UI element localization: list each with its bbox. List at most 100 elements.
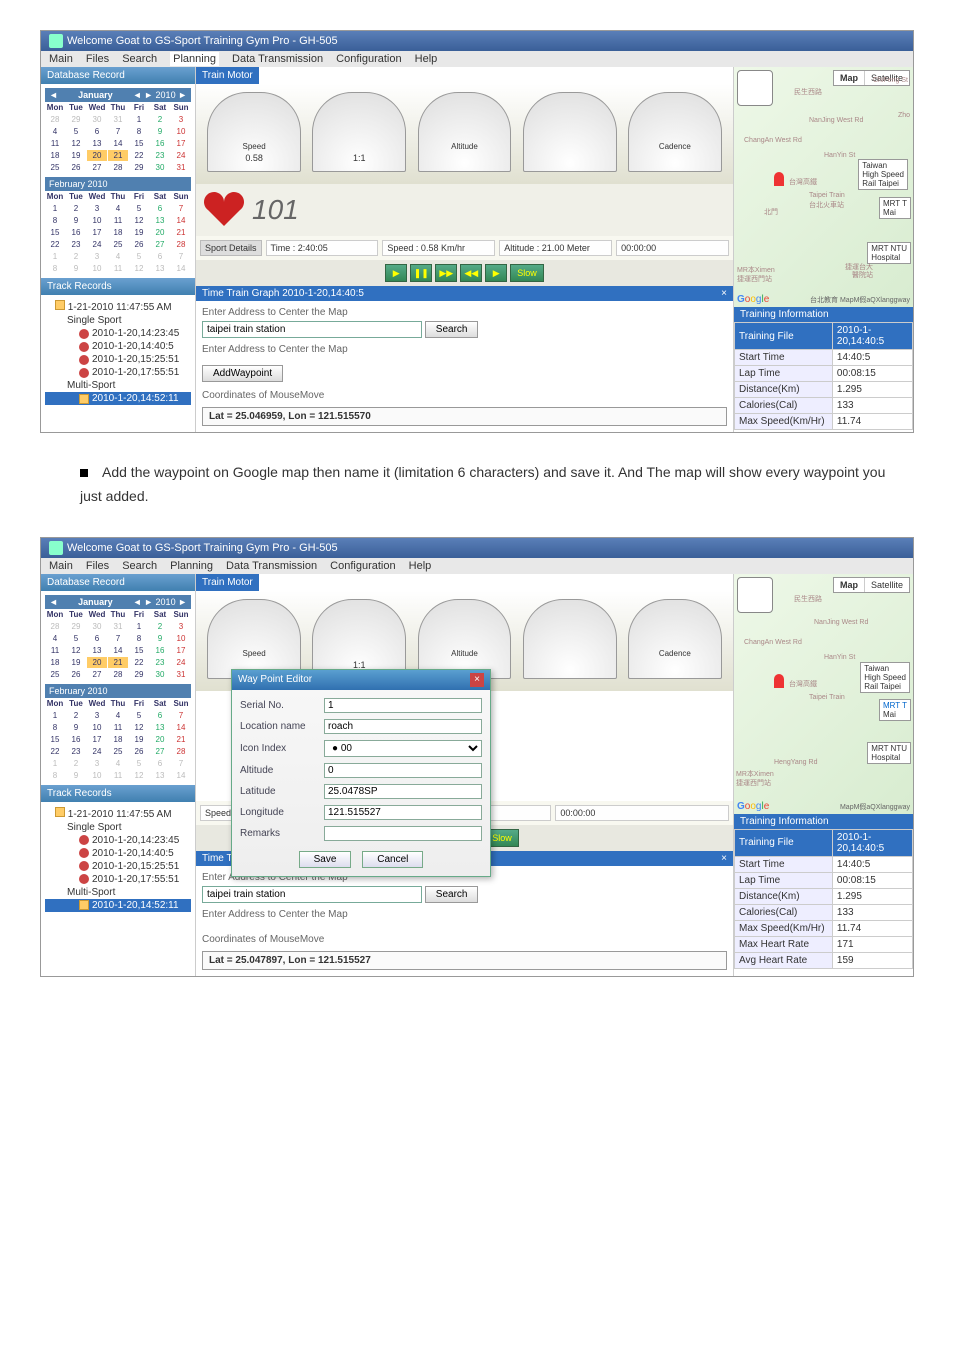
map-pan-controls[interactable] <box>737 577 777 617</box>
calendar-january[interactable]: ◄ January ◄ ► 2010 ► MonTueWedThuFriSatS… <box>41 591 195 785</box>
close-x-icon[interactable]: × <box>721 288 727 299</box>
remarks-input[interactable] <box>324 826 482 841</box>
menu-data-transmission[interactable]: Data Transmission <box>226 560 317 572</box>
gauge-speed: Speed0.58 <box>207 92 301 172</box>
menu-data-transmission[interactable]: Data Transmission <box>232 53 323 65</box>
pause-button[interactable]: ❚❚ <box>410 264 432 282</box>
menu-files[interactable]: Files <box>86 560 109 572</box>
location-name-input[interactable] <box>324 719 482 734</box>
info-distance-value: 1.295 <box>832 382 912 398</box>
waypoint-editor-title: Way Point Editor × <box>232 670 490 690</box>
enter-address-label: Enter Address to Center the Map <box>202 307 727 318</box>
longitude-label: Longitude <box>240 807 318 818</box>
left-panel: Database Record ◄ January ◄ ► 2010 ► Mon… <box>41 574 196 976</box>
tree-item-1[interactable]: 2010-1-20,14:40:5 <box>45 340 191 353</box>
menubar[interactable]: Main Files Search Planning Data Transmis… <box>41 558 913 574</box>
training-info-header: Training Information <box>734 307 913 322</box>
window-title: Welcome Goat to GS-Sport Training Gym Pr… <box>67 35 338 47</box>
rwd-button[interactable]: ◀◀ <box>460 264 482 282</box>
training-info-table: Training File2010-1-20,14:40:5 Start Tim… <box>734 829 913 969</box>
database-record-header: Database Record <box>41 67 195 84</box>
tree-item-3[interactable]: 2010-1-20,17:55:51 <box>45 366 191 379</box>
altitude-input[interactable] <box>324 763 482 778</box>
serial-no-input[interactable] <box>324 698 482 713</box>
train-motor-header: Train Motor <box>196 67 259 84</box>
tree-multi-item[interactable]: 2010-1-20,14:52:11 <box>45 392 191 405</box>
map-type-switcher[interactable]: Map Satellite <box>833 577 910 593</box>
calendar-january[interactable]: ◄ January ◄ ► 2010 ► MonTueWedThuFriSatS… <box>41 84 195 278</box>
search-button[interactable]: Search <box>425 321 479 338</box>
address-input[interactable] <box>202 321 422 338</box>
play2-button[interactable]: ▶ <box>485 264 507 282</box>
menu-search[interactable]: Search <box>122 53 157 65</box>
map-pan-controls[interactable] <box>737 70 777 110</box>
map-view[interactable]: Map Satellite 民生西路 ChangAn West Rd NanJi… <box>734 574 913 814</box>
menu-configuration[interactable]: Configuration <box>336 53 401 65</box>
address-input[interactable] <box>202 886 422 903</box>
center-panel: Train Motor Speed0.58 1:1 Altitude Caden… <box>196 67 733 432</box>
info-training-file-label: Training File <box>735 323 833 350</box>
longitude-input[interactable] <box>324 805 482 820</box>
map-view[interactable]: Map Satellite 民生西路 ChiFeng St ChangAn We… <box>734 67 913 307</box>
screenshot-2: Welcome Goat to GS-Sport Training Gym Pr… <box>40 537 914 977</box>
center-panel: Train Motor Speed 1:1 Altitude Cadence W… <box>196 574 733 976</box>
window-titlebar: Welcome Goat to GS-Sport Training Gym Pr… <box>41 31 913 51</box>
menu-main[interactable]: Main <box>49 560 73 572</box>
folder-icon <box>55 300 65 310</box>
close-x-icon[interactable]: × <box>721 853 727 864</box>
cancel-button[interactable]: Cancel <box>362 851 423 868</box>
menubar[interactable]: Main Files Search Planning Data Transmis… <box>41 51 913 67</box>
info-calories-label: Calories(Cal) <box>735 398 833 414</box>
close-icon[interactable]: × <box>470 673 484 687</box>
icon-index-label: Icon Index <box>240 743 318 754</box>
menu-search[interactable]: Search <box>122 560 157 572</box>
map-tab-map[interactable]: Map <box>834 71 864 85</box>
sd-altitude: Altitude : 21.00 Meter <box>499 240 612 256</box>
menu-main[interactable]: Main <box>49 53 73 65</box>
tree-single-sport: Single Sport <box>45 314 191 327</box>
remarks-label: Remarks <box>240 828 318 839</box>
folder-icon <box>79 394 89 404</box>
tree-item-0[interactable]: 2010-1-20,14:23:45 <box>45 327 191 340</box>
cal-prev-icon[interactable]: ◄ <box>49 90 58 100</box>
add-waypoint-button[interactable]: AddWaypoint <box>202 365 283 382</box>
cal-year-nav[interactable]: ◄ ► 2010 ► <box>133 90 187 100</box>
left-panel: Database Record ◄ January ◄ ► 2010 ► Mon… <box>41 67 196 432</box>
gauge-2: 1:1 <box>312 599 406 679</box>
ffwd-button[interactable]: ▶▶ <box>435 264 457 282</box>
map-marker-icon[interactable] <box>774 674 784 688</box>
track-tree: 1-21-2010 11:47:55 AM Single Sport 2010-… <box>41 802 195 916</box>
latitude-input[interactable] <box>324 784 482 799</box>
slow-button[interactable]: Slow <box>510 264 544 282</box>
instruction-text: Add the waypoint on Google map then name… <box>80 461 894 509</box>
menu-planning[interactable]: Planning <box>170 560 213 572</box>
window-titlebar: Welcome Goat to GS-Sport Training Gym Pr… <box>41 538 913 558</box>
gauge-altitude: Altitude <box>418 92 512 172</box>
menu-configuration[interactable]: Configuration <box>330 560 395 572</box>
folder-icon <box>55 807 65 817</box>
play-button[interactable]: ▶ <box>385 264 407 282</box>
bullet-icon <box>80 469 88 477</box>
coords-readout: Lat = 25.046959, Lon = 121.515570 <box>202 407 727 426</box>
folder-icon <box>79 900 89 910</box>
tree-item-2[interactable]: 2010-1-20,15:25:51 <box>45 353 191 366</box>
run-icon <box>79 342 89 352</box>
icon-index-select[interactable]: ● 00 <box>324 740 482 757</box>
menu-help[interactable]: Help <box>415 53 438 65</box>
menu-planning[interactable]: Planning <box>170 52 219 66</box>
map-label-mrt: MRT TMai <box>879 197 911 219</box>
search-button[interactable]: Search <box>425 886 479 903</box>
menu-files[interactable]: Files <box>86 53 109 65</box>
run-icon <box>79 355 89 365</box>
google-logo: Google <box>737 801 769 812</box>
menu-help[interactable]: Help <box>409 560 432 572</box>
run-icon <box>79 861 89 871</box>
database-record-header: Database Record <box>41 574 195 591</box>
latitude-label: Latitude <box>240 786 318 797</box>
time-graph-header: Time Train Graph 2010-1-20,14:40:5 × <box>196 286 733 301</box>
map-marker-icon[interactable] <box>774 172 784 186</box>
save-button[interactable]: Save <box>299 851 352 868</box>
right-panel: Map Satellite 民生西路 ChangAn West Rd NanJi… <box>733 574 913 976</box>
gauge-4 <box>523 599 617 679</box>
track-records-header: Track Records <box>41 278 195 295</box>
